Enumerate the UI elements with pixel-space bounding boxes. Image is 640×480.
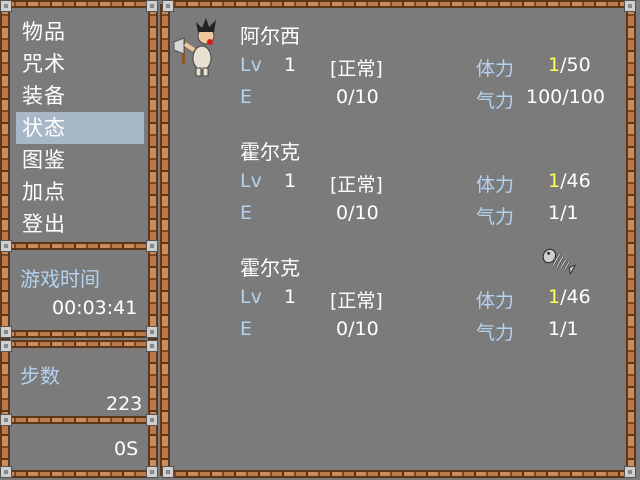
frame-rivet [146, 340, 158, 352]
hp-max: /50 [560, 54, 591, 76]
exp-label: E [240, 202, 253, 224]
hp-value: 1/46 [548, 286, 591, 308]
frame-bar [4, 470, 154, 478]
hp-value: 1/50 [548, 54, 591, 76]
frame-rivet [162, 466, 174, 478]
menu-item-logout[interactable]: 登出 [16, 208, 144, 240]
frame-rivet [0, 326, 12, 338]
menu-item-items[interactable]: 物品 [16, 16, 144, 48]
hp-max: /46 [560, 286, 591, 308]
frame-rivet [162, 0, 174, 12]
money-value: 0S [114, 438, 139, 460]
frame-rivet [0, 240, 12, 252]
frame-rivet [0, 414, 12, 426]
hp-label: 体力 [476, 58, 515, 80]
mp-label: 气力 [476, 322, 515, 344]
character-name: 阿尔西 [240, 24, 300, 48]
menu-item-allocate-points[interactable]: 加点 [16, 176, 144, 208]
hp-current: 1 [548, 170, 561, 192]
character-name: 霍尔克 [240, 140, 300, 164]
level-value: 1 [284, 286, 297, 308]
menu-item-equipment[interactable]: 装备 [16, 80, 144, 112]
frame-bar [164, 470, 634, 478]
hp-label: 体力 [476, 290, 515, 312]
menu-item-status[interactable]: 状态 [16, 112, 144, 144]
exp-label: E [240, 86, 253, 108]
hp-value: 1/46 [548, 170, 591, 192]
frame-bar [164, 0, 634, 8]
level-value: 1 [284, 170, 297, 192]
menu-item-spells[interactable]: 咒术 [16, 48, 144, 80]
steps-value: 223 [106, 393, 143, 415]
status-condition: [正常] [330, 290, 383, 312]
mp-value: 100/100 [526, 86, 605, 108]
game-time-value: 00:03:41 [52, 297, 138, 319]
exp-value: 0/10 [336, 86, 379, 108]
level-label: Lv [240, 170, 262, 192]
exp-label: E [240, 318, 253, 340]
mp-value: 1/1 [548, 202, 579, 224]
character-name: 霍尔克 [240, 256, 300, 280]
frame-bar [4, 416, 154, 424]
frame-rivet [0, 466, 12, 478]
menu-item-bestiary[interactable]: 图鉴 [16, 144, 144, 176]
fishbone-icon [542, 248, 576, 276]
level-value: 1 [284, 54, 297, 76]
frame-rivet [624, 466, 636, 478]
mp-label: 气力 [476, 90, 515, 112]
frame-bar [626, 4, 636, 476]
frame-rivet [0, 0, 12, 12]
frame-bar [160, 4, 170, 476]
frame-rivet [0, 340, 12, 352]
frame-rivet [146, 326, 158, 338]
hp-max: /46 [560, 170, 591, 192]
frame-rivet [146, 240, 158, 252]
frame-bar [4, 340, 154, 348]
exp-value: 0/10 [336, 202, 379, 224]
hp-current: 1 [548, 54, 561, 76]
frame-bar [4, 242, 154, 250]
frame-rivet [146, 0, 158, 12]
frame-bar [4, 0, 154, 8]
game-time-label: 游戏时间 [20, 267, 100, 291]
mp-value: 1/1 [548, 318, 579, 340]
level-label: Lv [240, 54, 262, 76]
frame-rivet [146, 414, 158, 426]
frame-bar [4, 330, 154, 338]
exp-value: 0/10 [336, 318, 379, 340]
level-label: Lv [240, 286, 262, 308]
frame-rivet [146, 466, 158, 478]
hp-current: 1 [548, 286, 561, 308]
frame-rivet [624, 0, 636, 12]
mp-label: 气力 [476, 206, 515, 228]
character-portrait-axe-warrior [173, 18, 216, 77]
status-condition: [正常] [330, 174, 383, 196]
hp-label: 体力 [476, 174, 515, 196]
status-condition: [正常] [330, 58, 383, 80]
steps-label: 步数 [20, 364, 60, 388]
